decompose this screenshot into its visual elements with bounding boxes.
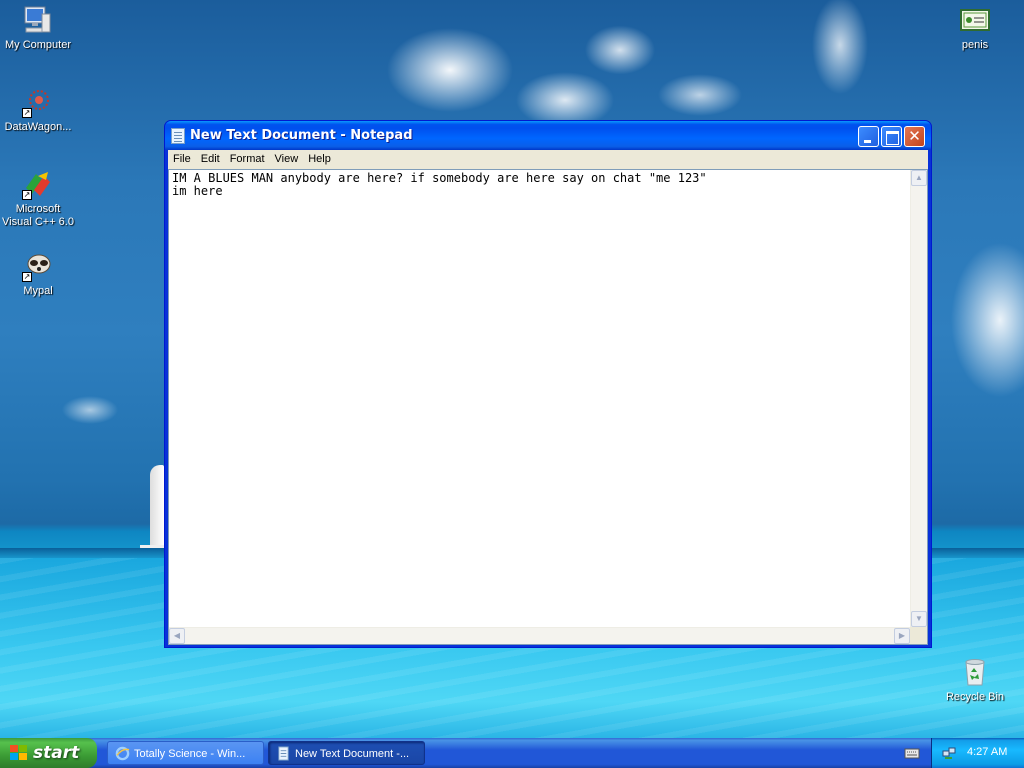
my-computer-icon: [22, 4, 54, 36]
clock[interactable]: 4:27 AM: [967, 746, 1007, 758]
shortcut-arrow-icon: ↗: [22, 108, 32, 118]
desktop-icon-label: Microsoft Visual C++ 6.0: [2, 203, 74, 228]
menu-format[interactable]: Format: [225, 150, 270, 165]
desktop-icon-label: Recycle Bin: [945, 691, 1005, 703]
desktop-icon-penis[interactable]: penis: [937, 4, 1013, 52]
desktop-icon-label: My Computer: [4, 39, 72, 51]
shortcut-arrow-icon: ↗: [22, 190, 32, 200]
horizontal-scrollbar[interactable]: ◀ ▶: [169, 627, 910, 644]
desktop-icon-datawagon[interactable]: ↗ DataWagon...: [0, 86, 76, 134]
menu-help[interactable]: Help: [303, 150, 336, 165]
shortcut-arrow-icon: ↗: [22, 272, 32, 282]
datawagon-icon: ↗: [22, 86, 54, 118]
notepad-window[interactable]: New Text Document - Notepad ✕ File Edit Fo…: [164, 120, 932, 648]
taskbar: start Totally Science - Win... New Text …: [0, 738, 1024, 768]
windows-logo-icon: [10, 745, 28, 761]
task-label: Totally Science - Win...: [134, 748, 246, 760]
text-editor[interactable]: IM A BLUES MAN anybody are here? if some…: [168, 169, 928, 645]
menu-view[interactable]: View: [270, 150, 304, 165]
mypal-icon: ↗: [22, 250, 54, 282]
scroll-right-button[interactable]: ▶: [894, 628, 910, 644]
visual-cpp-icon: ↗: [22, 168, 54, 200]
start-label: start: [33, 743, 80, 763]
desktop-icon-my-computer[interactable]: My Computer: [0, 4, 76, 52]
desktop-icon-mypal[interactable]: ↗ Mypal: [0, 250, 76, 298]
desktop-icon-label: penis: [961, 39, 989, 51]
resize-grip[interactable]: [910, 627, 927, 644]
window-title: New Text Document - Notepad: [190, 128, 413, 143]
certificate-file-icon: [959, 4, 991, 36]
menu-file[interactable]: File: [168, 150, 196, 165]
close-icon: ✕: [908, 128, 921, 145]
taskbar-button-notepad[interactable]: New Text Document -...: [268, 741, 425, 765]
task-label: New Text Document -...: [295, 748, 410, 760]
internet-explorer-icon: [115, 746, 130, 761]
desktop-icon-label: Mypal: [23, 285, 53, 297]
close-button[interactable]: ✕: [904, 126, 925, 147]
vertical-scrollbar[interactable]: ▲ ▼: [910, 170, 927, 627]
menu-bar: File Edit Format View Help: [168, 150, 928, 169]
start-button[interactable]: start: [0, 738, 97, 768]
keyboard-layout-icon[interactable]: [904, 746, 920, 760]
scroll-up-button[interactable]: ▲: [911, 170, 927, 186]
network-icon[interactable]: [942, 746, 956, 760]
scroll-left-button[interactable]: ◀: [169, 628, 185, 644]
menu-edit[interactable]: Edit: [196, 150, 225, 165]
notepad-icon: [278, 746, 289, 761]
taskbar-button-totally-science[interactable]: Totally Science - Win...: [107, 741, 264, 765]
desktop-icon-visual-cpp[interactable]: ↗ Microsoft Visual C++ 6.0: [0, 168, 76, 229]
scroll-down-button[interactable]: ▼: [911, 611, 927, 627]
maximize-button[interactable]: [881, 126, 902, 147]
system-tray: 4:27 AM: [931, 738, 1024, 768]
recycle-bin-icon: [959, 656, 991, 688]
desktop-icon-recycle-bin[interactable]: Recycle Bin: [937, 656, 1013, 704]
window-titlebar[interactable]: New Text Document - Notepad ✕: [165, 121, 931, 150]
desktop-icon-label: DataWagon...: [4, 121, 72, 133]
sailboat-sail: [150, 465, 164, 545]
notepad-icon: [171, 128, 185, 144]
minimize-button[interactable]: [858, 126, 879, 147]
document-text[interactable]: IM A BLUES MAN anybody are here? if some…: [172, 172, 907, 622]
